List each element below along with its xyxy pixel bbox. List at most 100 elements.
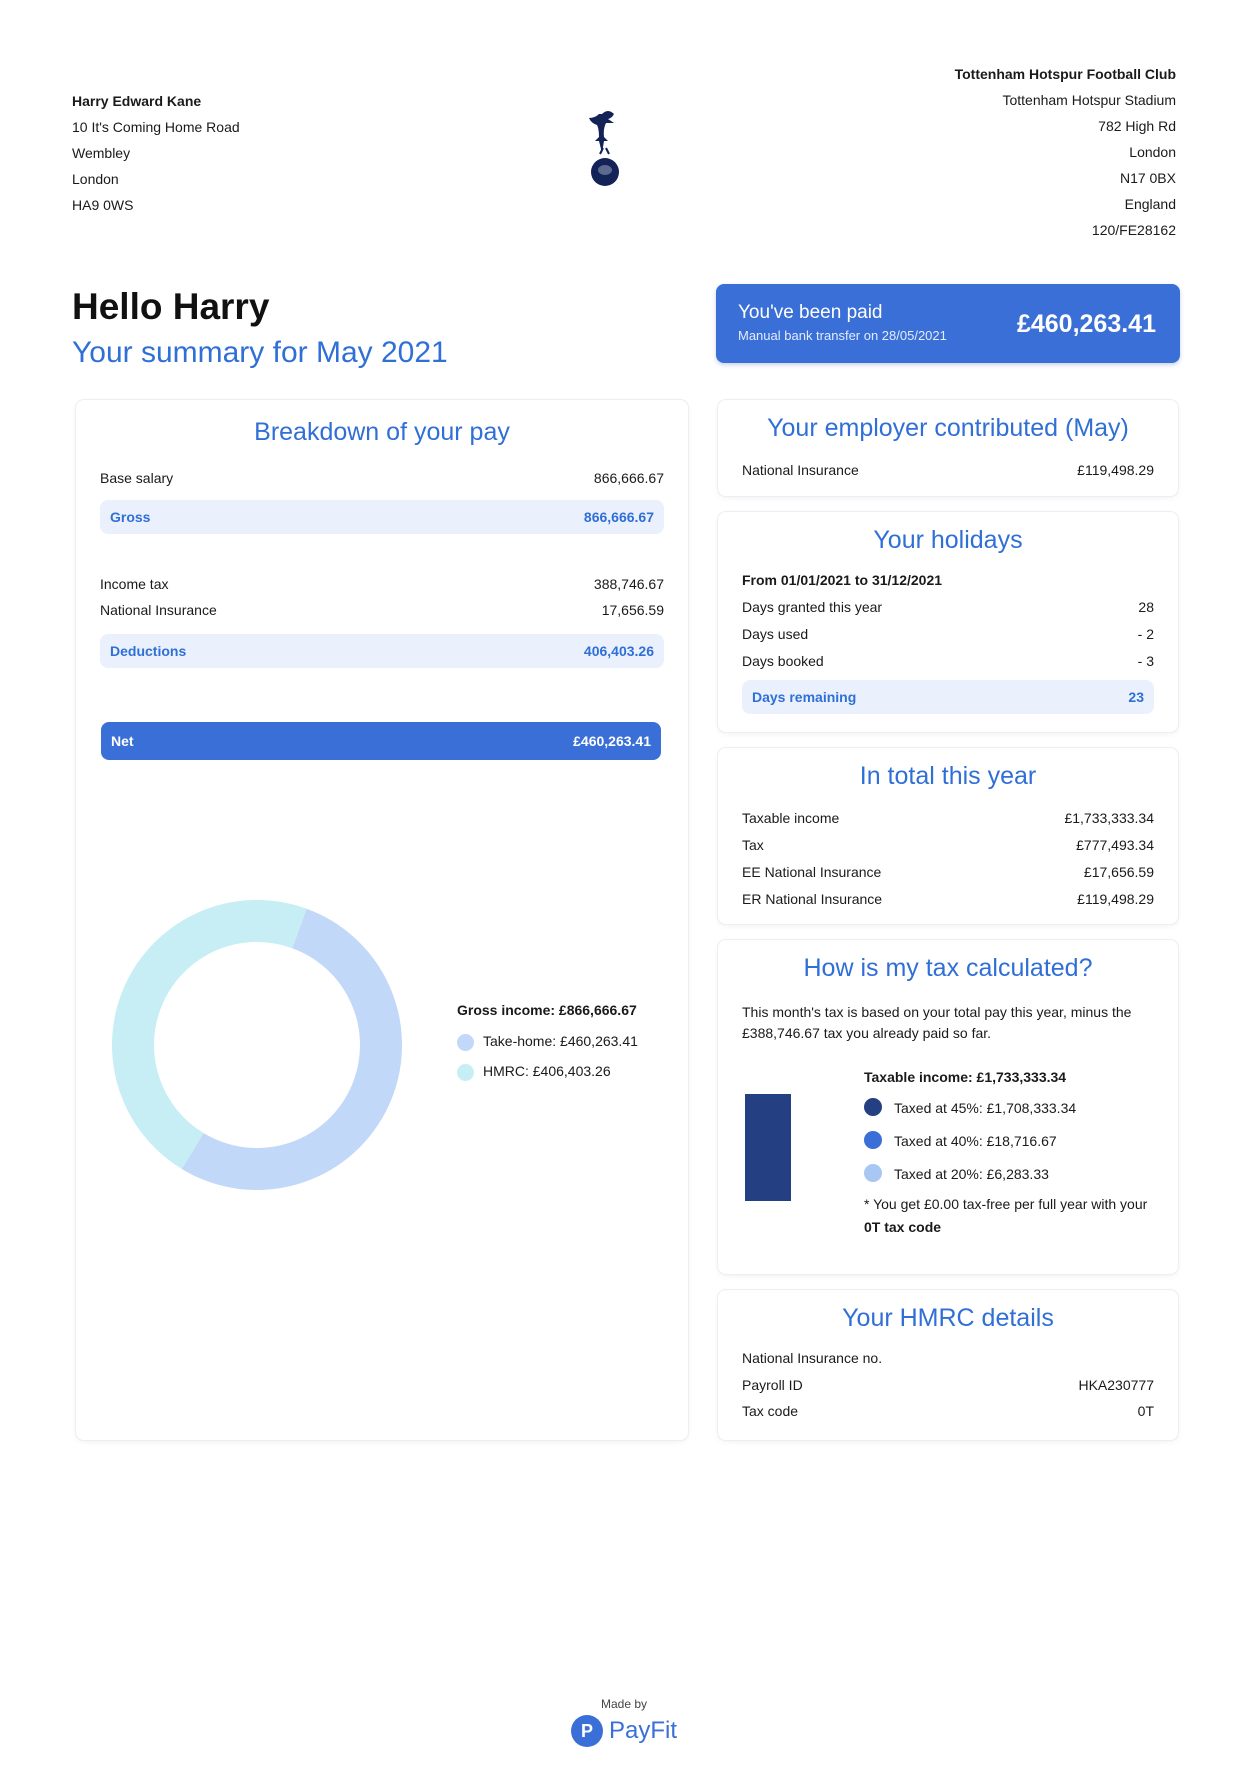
deductions-label: Deductions — [110, 643, 187, 659]
pay-donut-chart — [112, 900, 402, 1190]
greeting-heading: Hello Harry — [72, 286, 270, 327]
holiday-period: From 01/01/2021 to 31/12/2021 — [742, 568, 1154, 592]
band-20-label: Taxed at 20%: £6,283.33 — [894, 1166, 1049, 1182]
base-salary-label: Base salary — [100, 470, 174, 486]
legend-item-take-home: Take-home: £460,263.41 — [457, 1026, 638, 1056]
hmrc-dot — [457, 1064, 474, 1081]
legend-item-hmrc: HMRC: £406,403.26 — [457, 1056, 638, 1086]
national-insurance-row: National Insurance 17,656.59 — [100, 598, 664, 622]
tax-band-20: Taxed at 20%: £6,283.33 — [864, 1158, 1154, 1191]
year-total-label: Tax — [742, 837, 764, 853]
national-insurance-value: 17,656.59 — [601, 602, 664, 618]
gross-value: 866,666.67 — [583, 509, 654, 525]
employee-address-line: Wembley — [72, 145, 131, 161]
gross-income-label: Gross income: £866,666.67 — [457, 1002, 637, 1018]
days-remaining-value: 23 — [1128, 689, 1144, 705]
year-total-label: Taxable income — [742, 810, 840, 826]
income-tax-value: 388,746.67 — [593, 576, 664, 592]
tax-band-bar — [745, 1094, 791, 1201]
club-crest-logo — [589, 111, 619, 186]
gross-row: Gross 866,666.67 — [100, 500, 664, 534]
payroll-id-row: Payroll ID HKA230777 — [742, 1373, 1154, 1397]
year-total-title: In total this year — [859, 762, 1037, 790]
tax-free-note: * You get £0.00 tax-free per full year w… — [864, 1193, 1154, 1239]
net-row: Net £460,263.41 — [101, 722, 661, 760]
footer: Made by P PayFit — [0, 1697, 1248, 1747]
tax-band-bar-fill — [745, 1094, 791, 1201]
holidays-card: Your holidays From 01/01/2021 to 31/12/2… — [718, 512, 1178, 732]
year-total-value: £1,733,333.34 — [1064, 810, 1154, 826]
payfit-brand: P PayFit — [570, 1715, 677, 1747]
hmrc-details-title: Your HMRC details — [842, 1304, 1054, 1332]
breakdown-title: Breakdown of your pay — [254, 418, 510, 446]
payfit-brand-name: PayFit — [608, 1717, 677, 1744]
tax-calculation-title: How is my tax calculated? — [803, 954, 1093, 982]
payroll-id-label: Payroll ID — [742, 1377, 803, 1393]
employee-address-line: HA9 0WS — [72, 197, 134, 213]
tax-code-label: Tax code — [742, 1403, 799, 1419]
tax-code-row: Tax code 0T — [742, 1399, 1154, 1423]
gross-label: Gross — [110, 509, 151, 525]
tax-band-legend: Taxable income: £1,733,333.34 Taxed at 4… — [864, 1062, 1154, 1239]
paid-subtitle: Manual bank transfer on 28/05/2021 — [738, 328, 947, 343]
employer-address-line: N17 0BX — [1119, 170, 1176, 186]
tax-code-value: 0T — [1137, 1403, 1154, 1419]
employer-address-line: 782 High Rd — [1098, 118, 1176, 134]
days-remaining-label: Days remaining — [752, 689, 857, 705]
employer-name: Tottenham Hotspur Football Club — [954, 66, 1176, 82]
days-granted-value: 28 — [1138, 599, 1154, 615]
taxable-income-total: Taxable income: £1,733,333.34 — [864, 1069, 1067, 1085]
employer-reference: 120/FE28162 — [1091, 222, 1176, 238]
days-used-label: Days used — [742, 626, 809, 642]
ni-number-label: National Insurance no. — [742, 1350, 883, 1366]
hmrc-details-card: Your HMRC details National Insurance no.… — [718, 1290, 1178, 1440]
employer-ni-label: National Insurance — [742, 462, 859, 478]
employer-address-line: England — [1124, 196, 1176, 212]
pay-chart-legend: Gross income: £866,666.67 Take-home: £46… — [457, 1002, 638, 1086]
income-tax-label: Income tax — [100, 576, 169, 592]
employee-address-line: 10 It's Coming Home Road — [72, 119, 240, 135]
deductions-row: Deductions 406,403.26 — [100, 634, 664, 668]
days-remaining-row: Days remaining 23 — [742, 680, 1154, 714]
year-total-value: £119,498.29 — [1077, 891, 1154, 907]
days-booked-value: - 3 — [1137, 653, 1154, 669]
tax-band-45: Taxed at 45%: £1,708,333.34 — [864, 1092, 1154, 1125]
pay-breakdown-card: Breakdown of your pay Base salary 866,66… — [76, 400, 688, 1440]
employee-name: Harry Edward Kane — [72, 93, 202, 109]
employer-contribution-card: Your employer contributed (May) National… — [718, 400, 1178, 496]
band-45-dot — [864, 1098, 882, 1116]
employer-ni-row: National Insurance £119,498.29 — [742, 458, 1154, 482]
year-total-value: £17,656.59 — [1083, 864, 1154, 880]
ni-number-row: National Insurance no. — [742, 1346, 1154, 1370]
national-insurance-label: National Insurance — [100, 602, 217, 618]
employer-address-line: Tottenham Hotspur Stadium — [1002, 92, 1176, 108]
er-ni-row: ER National Insurance £119,498.29 — [742, 887, 1154, 911]
paid-amount: £460,263.41 — [1016, 310, 1156, 338]
band-40-label: Taxed at 40%: £18,716.67 — [894, 1133, 1057, 1149]
take-home-label: Take-home: £460,263.41 — [483, 1033, 638, 1049]
paid-title: You've been paid — [738, 302, 883, 323]
days-used-value: - 2 — [1137, 626, 1154, 642]
tax-code-highlight: 0T tax code — [864, 1219, 942, 1235]
tax-explanation: This month's tax is based on your total … — [742, 1004, 1132, 1041]
tax-band-40: Taxed at 40%: £18,716.67 — [864, 1125, 1154, 1158]
hmrc-label: HMRC: £406,403.26 — [483, 1063, 611, 1079]
taxable-income-row: Taxable income £1,733,333.34 — [742, 806, 1154, 830]
year-total-card: In total this year Taxable income £1,733… — [718, 748, 1178, 924]
days-granted-label: Days granted this year — [742, 599, 883, 615]
band-20-dot — [864, 1164, 882, 1182]
employer-contribution-title: Your employer contributed (May) — [767, 414, 1129, 442]
payroll-id-value: HKA230777 — [1078, 1377, 1154, 1393]
days-used-row: Days used - 2 — [742, 622, 1154, 646]
year-total-label: EE National Insurance — [742, 864, 882, 880]
employee-address-line: London — [72, 171, 119, 187]
made-by-label: Made by — [600, 1697, 648, 1711]
net-value: £460,263.41 — [573, 733, 651, 749]
base-salary-row: Base salary 866,666.67 — [100, 466, 664, 490]
deductions-value: 406,403.26 — [583, 643, 654, 659]
employer-address: Tottenham Hotspur Football Club Tottenha… — [955, 61, 1176, 243]
year-total-value: £777,493.34 — [1076, 837, 1154, 853]
year-total-label: ER National Insurance — [742, 891, 883, 907]
net-label: Net — [111, 733, 134, 749]
days-booked-label: Days booked — [742, 653, 824, 669]
